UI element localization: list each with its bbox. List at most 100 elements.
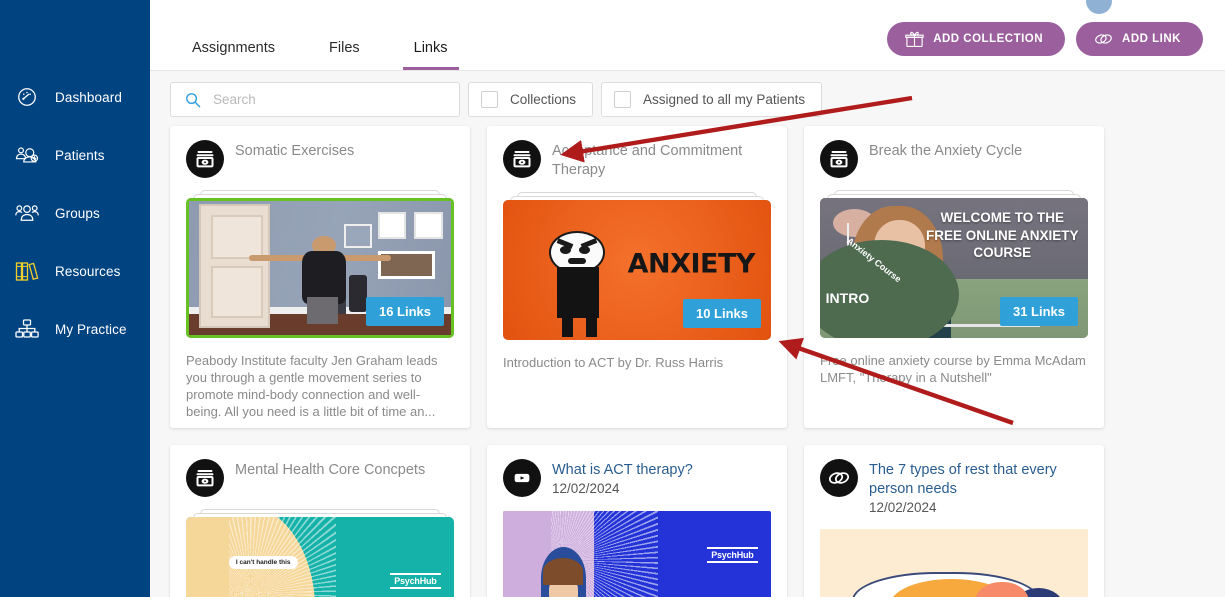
assigned-label: Assigned to all my Patients [643, 92, 806, 107]
collection-icon [186, 459, 224, 497]
card-date: 12/02/2024 [869, 500, 937, 515]
card-title-wrap: What is ACT therapy? 12/02/2024 [552, 459, 693, 496]
card-header: Mental Health Core Concpets [186, 459, 454, 497]
gift-box-icon [905, 30, 924, 48]
add-link-label: ADD LINK [1122, 33, 1181, 45]
card-title-wrap: Somatic Exercises [235, 140, 354, 161]
sidebar-item-groups[interactable]: Groups [0, 184, 150, 242]
card-title: Break the Anxiety Cycle [869, 143, 1023, 159]
assigned-checkbox[interactable] [614, 91, 632, 108]
filter-bar: Collections Assigned to all my Patients [150, 71, 1225, 126]
collections-label: Collections [510, 92, 577, 107]
psychhub-teal-thumbnail: I can't handle this PsychHub [186, 517, 454, 597]
thumbnail-word: ANXIETY [627, 248, 756, 280]
sidebar-item-label: Groups [55, 205, 100, 221]
content-header: Assignments Files Links ADD COLLECTION A… [150, 0, 1225, 71]
resting-person-thumbnail [820, 529, 1088, 597]
tab-links[interactable]: Links [402, 40, 459, 70]
psychhub-blue-thumbnail: PsychHub [503, 511, 771, 597]
search-container[interactable] [170, 82, 460, 117]
collection-icon [503, 140, 541, 178]
add-collection-label: ADD COLLECTION [933, 33, 1044, 45]
card-thumbnail[interactable] [820, 529, 1088, 597]
link-chain-icon [820, 459, 858, 497]
sidebar-item-my-practice[interactable]: My Practice [0, 300, 150, 358]
card-header: What is ACT therapy? 12/02/2024 [503, 459, 771, 497]
tab-assignments[interactable]: Assignments [190, 40, 277, 70]
thumbnail-curve-text: Anxiety Course [845, 236, 904, 285]
card-header: The 7 types of rest that every person ne… [820, 459, 1088, 515]
card-title-wrap: Acceptance and Commitment Therapy [552, 140, 771, 180]
search-input[interactable] [213, 92, 459, 107]
video-play-icon [503, 459, 541, 497]
psychhub-logo: PsychHub [390, 573, 441, 589]
tab-files[interactable]: Files [327, 40, 362, 70]
app-root: Dashboard Patients Groups Resources My P… [0, 0, 1225, 597]
thumbnail-welcome-text: WELCOME TO THE FREE ONLINE ANXIETY COURS… [925, 210, 1079, 261]
thumbnail-stack: I can't handle this PsychHub [186, 509, 454, 597]
sidebar-item-label: Patients [55, 147, 105, 163]
card-title[interactable]: The 7 types of rest that every person ne… [869, 461, 1088, 499]
link-card[interactable]: What is ACT therapy? 12/02/2024 PsychHub [487, 445, 787, 597]
card-description: Introduction to ACT by Dr. Russ Harris [503, 355, 724, 370]
sidebar-item-dashboard[interactable]: Dashboard [0, 68, 150, 126]
card-title: Acceptance and Commitment Therapy [552, 143, 743, 178]
card-description: Peabody Institute faculty Jen Graham lea… [186, 353, 438, 419]
links-count-badge: 16 Links [365, 297, 444, 326]
patients-icon [12, 140, 42, 170]
user-avatar[interactable] [1086, 0, 1112, 14]
collection-card[interactable]: Mental Health Core Concpets I can't hand… [170, 445, 470, 597]
resource-tabs: Assignments Files Links [190, 0, 500, 70]
links-count-badge: 31 Links [999, 297, 1078, 326]
thumbnail-stack: get better WELCOME TO THE FREE ONLINE AN… [820, 190, 1088, 338]
card-title-wrap: Break the Anxiety Cycle [869, 140, 1022, 161]
card-thumbnail[interactable]: PsychHub [503, 511, 771, 597]
card-thumbnail[interactable]: I can't handle this PsychHub [186, 517, 454, 597]
main-content: Assignments Files Links ADD COLLECTION A… [150, 0, 1225, 597]
collection-icon [186, 140, 224, 178]
card-thumbnail[interactable]: get better WELCOME TO THE FREE ONLINE AN… [820, 198, 1088, 338]
card-header: Somatic Exercises [186, 140, 454, 178]
card-title: Mental Health Core Concpets [235, 462, 426, 478]
card-description: Free online anxiety course by Emma McAda… [820, 353, 1086, 385]
sidebar-item-label: Dashboard [55, 89, 122, 105]
groups-icon [12, 198, 42, 228]
collection-card[interactable]: Acceptance and Commitment Therapy ANXIET… [487, 126, 787, 428]
thumbnail-speech-bubble: I can't handle this [228, 556, 298, 570]
books-icon [12, 256, 42, 286]
sidebar-item-patients[interactable]: Patients [0, 126, 150, 184]
add-collection-button[interactable]: ADD COLLECTION [887, 22, 1066, 56]
search-icon [185, 92, 201, 108]
gauge-icon [12, 82, 42, 112]
header-actions: ADD COLLECTION ADD LINK [887, 22, 1203, 56]
link-chain-icon [1094, 31, 1113, 47]
resource-card-grid: Somatic Exercises 16 Links Peabody Insti… [150, 126, 1225, 597]
card-title-wrap: The 7 types of rest that every person ne… [869, 459, 1088, 515]
card-title[interactable]: What is ACT therapy? [552, 461, 693, 480]
sidebar-item-label: My Practice [55, 321, 127, 337]
link-card[interactable]: The 7 types of rest that every person ne… [804, 445, 1104, 597]
card-header: Break the Anxiety Cycle [820, 140, 1088, 178]
add-link-button[interactable]: ADD LINK [1076, 22, 1203, 56]
psychhub-logo: PsychHub [707, 547, 758, 563]
card-thumbnail[interactable]: ANXIETY 10 Links [503, 200, 771, 340]
card-title-wrap: Mental Health Core Concpets [235, 459, 425, 480]
main-sidebar: Dashboard Patients Groups Resources My P… [0, 0, 159, 597]
collections-checkbox[interactable] [481, 91, 498, 108]
card-header: Acceptance and Commitment Therapy [503, 140, 771, 180]
thumbnail-intro-badge: INTRO [825, 290, 870, 307]
collection-card[interactable]: Break the Anxiety Cycle WELCOME TO THE F… [804, 126, 1104, 428]
card-date: 12/02/2024 [552, 481, 620, 496]
org-chart-icon [12, 314, 42, 344]
filter-collections[interactable]: Collections [468, 82, 594, 117]
sidebar-item-resources[interactable]: Resources [0, 242, 159, 300]
thumbnail-stack: ANXIETY 10 Links [503, 192, 771, 340]
card-thumbnail[interactable]: 16 Links [186, 198, 454, 338]
collection-card[interactable]: Somatic Exercises 16 Links Peabody Insti… [170, 126, 470, 428]
card-title: Somatic Exercises [235, 143, 355, 159]
links-count-badge: 10 Links [682, 299, 761, 328]
collection-icon [820, 140, 858, 178]
thumbnail-stack: 16 Links [186, 190, 454, 338]
filter-assigned-all-patients[interactable]: Assigned to all my Patients [601, 82, 823, 117]
sidebar-item-label: Resources [55, 263, 121, 279]
